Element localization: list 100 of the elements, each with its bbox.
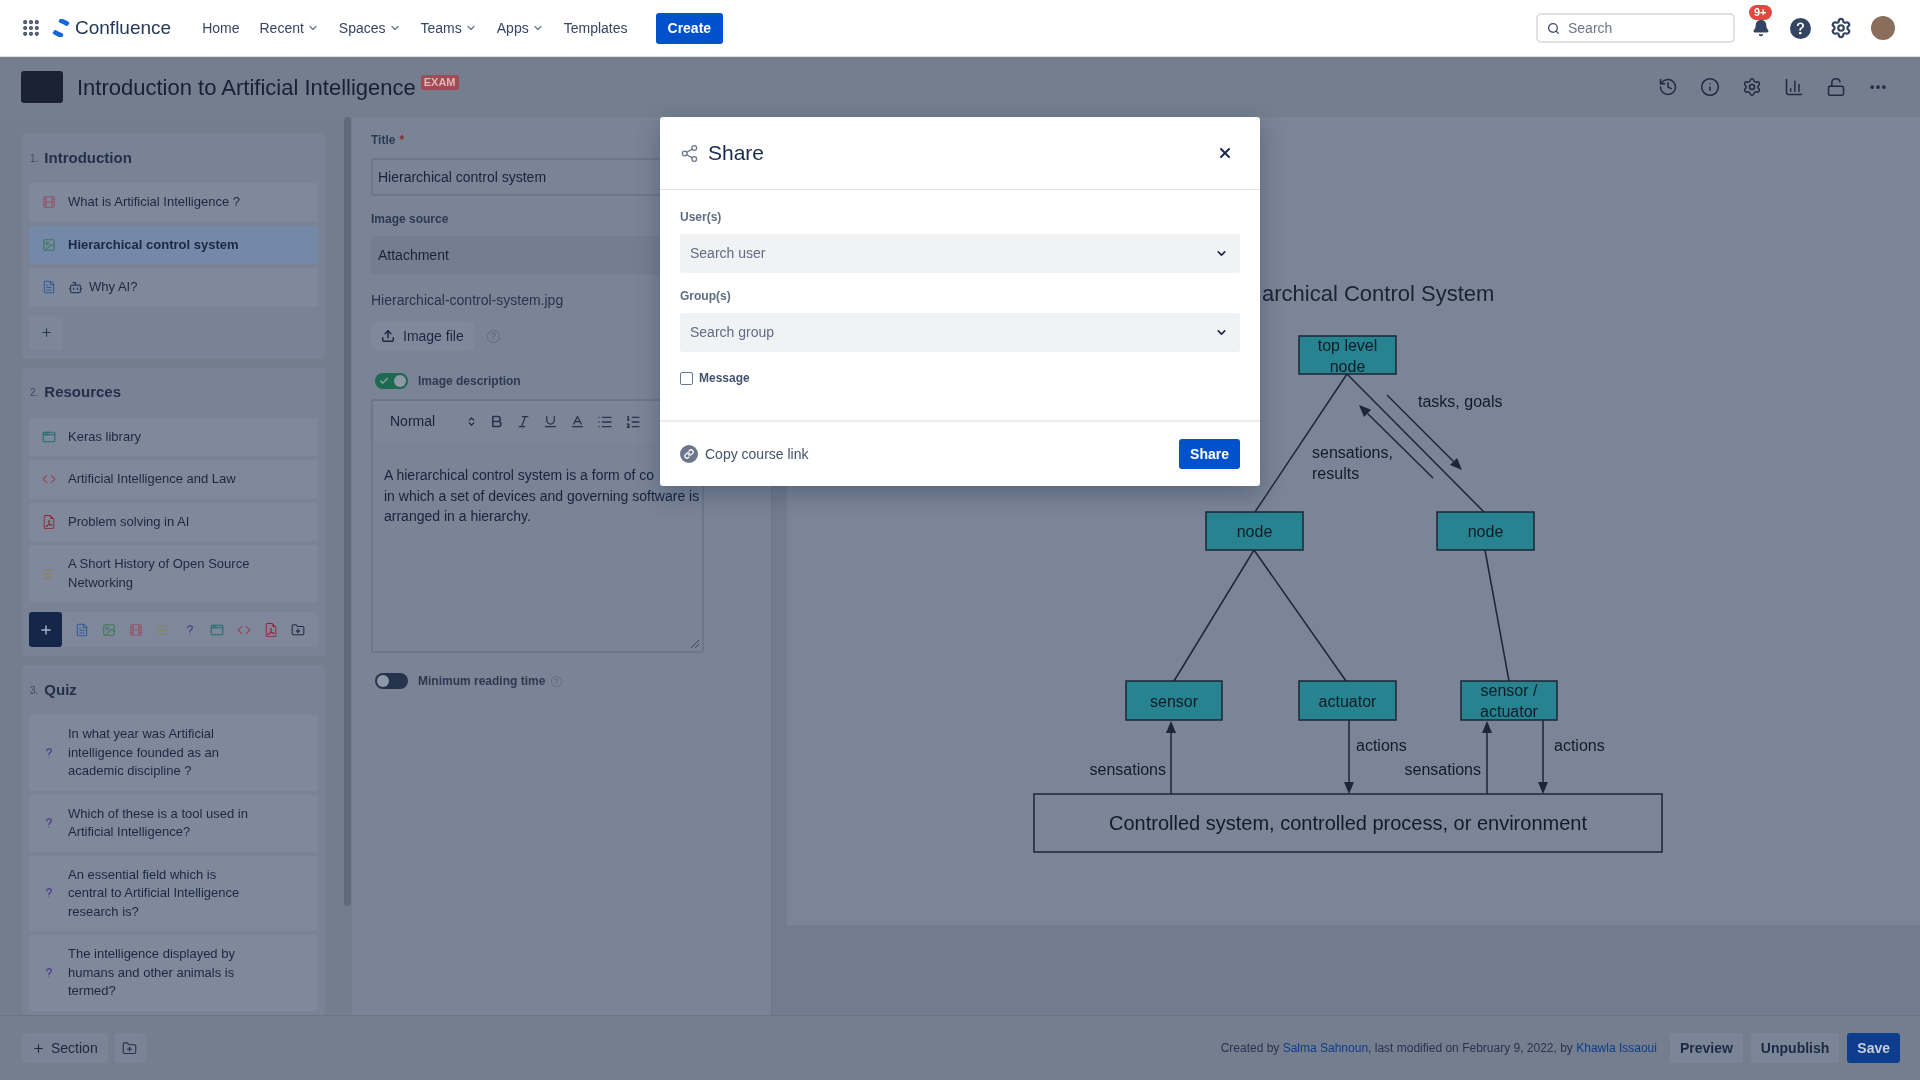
editor-link[interactable]: Khawla Issaoui xyxy=(1576,1041,1657,1055)
toggle-switch[interactable] xyxy=(375,373,408,389)
nav-menu-item[interactable]: Spaces xyxy=(338,17,401,39)
document-icon xyxy=(42,280,56,295)
lesson-item[interactable]: The intelligence displayed by humans and other animals is termed? xyxy=(29,935,318,1011)
settings-icon[interactable] xyxy=(1830,17,1852,39)
required-mark: * xyxy=(399,132,405,149)
unlocked-padlock-icon[interactable] xyxy=(1826,77,1846,97)
section-title: Resources xyxy=(44,382,122,403)
search-icon xyxy=(1547,21,1560,35)
text-style-select[interactable]: Normal xyxy=(385,411,477,432)
history-icon[interactable] xyxy=(1658,77,1678,97)
lesson-item[interactable]: Artificial Intelligence and Law xyxy=(29,460,318,499)
section-title: Quiz xyxy=(44,679,77,700)
nav-menu-item[interactable]: Home xyxy=(202,17,240,39)
pdf-file-icon[interactable] xyxy=(264,622,278,637)
exam-badge: EXAM xyxy=(420,74,459,90)
diagram-node: sensor xyxy=(1125,680,1223,721)
bell-icon[interactable] xyxy=(1752,19,1770,37)
field-label: Image source xyxy=(371,211,449,228)
lesson-item[interactable]: Keras library xyxy=(29,417,318,456)
app-switcher-icon[interactable] xyxy=(21,18,41,38)
folder-plus-icon xyxy=(122,1040,138,1056)
flow-label: sensations, results xyxy=(1312,444,1393,482)
toggle-label: Image description xyxy=(418,373,521,390)
flow-label: sensations xyxy=(1089,761,1166,778)
pdf-file-icon xyxy=(42,514,56,529)
lesson-item[interactable]: What is Artificial Intelligence ? xyxy=(29,183,318,222)
browser-window-icon xyxy=(42,429,56,444)
product-logo[interactable]: Confluence xyxy=(52,13,172,43)
checkbox[interactable] xyxy=(680,371,693,385)
user-avatar[interactable] xyxy=(1871,16,1895,40)
diagram-node: actuator xyxy=(1298,680,1397,721)
file-name: Hierarchical-control-system.jpg xyxy=(371,291,564,310)
diagram-node: sensor / actuator xyxy=(1460,680,1558,721)
add-section-button[interactable]: Section xyxy=(22,1033,108,1063)
section-number: 3. xyxy=(30,683,39,698)
underlined-letter-icon[interactable] xyxy=(570,414,585,429)
check-icon xyxy=(379,376,389,386)
lesson-item[interactable]: Hierarchical control system xyxy=(29,225,318,264)
lesson-item[interactable]: An essential field which is central to Artificial Intelligence research is? xyxy=(29,855,318,931)
bold-icon[interactable] xyxy=(489,414,504,429)
nav-menu-item[interactable]: Teams xyxy=(420,17,477,39)
share-button[interactable]: Share xyxy=(1179,439,1240,469)
help-icon[interactable] xyxy=(1790,17,1811,39)
nav-menu-item[interactable]: Recent xyxy=(259,17,319,39)
link-icon xyxy=(680,445,698,463)
notification-badge: 9+ xyxy=(1749,5,1772,20)
description-text: A hierarchical control system is a form of co in which a set of devices and governing software is arranged in a hierarchy. xyxy=(384,466,700,526)
swoosh-logo-icon xyxy=(52,19,70,37)
footer-button[interactable]: Preview xyxy=(1669,1033,1743,1063)
image-file-button[interactable]: Image file xyxy=(371,322,474,350)
nav-menu-item[interactable]: Templates xyxy=(563,17,628,39)
dialog-title: Share xyxy=(708,140,765,167)
toggle-switch[interactable] xyxy=(375,673,408,689)
folder-button[interactable] xyxy=(113,1033,146,1063)
add-button[interactable] xyxy=(29,612,62,647)
flow-label: sensations xyxy=(1404,761,1481,778)
plus-icon xyxy=(39,326,53,339)
search-field[interactable]: Search xyxy=(1536,13,1735,43)
diagram-title: archical Control System xyxy=(1262,281,1495,306)
info-icon[interactable] xyxy=(1700,77,1720,97)
toggle-label: Minimum reading time xyxy=(418,673,546,690)
up-down-caret-icon xyxy=(466,416,477,427)
checkbox-label: Message xyxy=(699,370,750,387)
lesson-item[interactable]: Which of these is a tool used in Artificial Intelligence? xyxy=(29,794,318,852)
flow-label: actions xyxy=(1554,737,1605,754)
diagram-node: top level node xyxy=(1298,335,1397,375)
lesson-item[interactable]: A Short History of Open Source Networking xyxy=(29,545,318,602)
save-button[interactable]: Save xyxy=(1847,1033,1900,1063)
footer-button[interactable]: Unpublish xyxy=(1750,1033,1840,1063)
plus-icon xyxy=(38,622,53,637)
diagram-node: node xyxy=(1205,511,1304,551)
course-title: Introduction to Artificial Intelligence xyxy=(77,73,416,102)
nav-menu-item[interactable]: Apps xyxy=(496,17,544,39)
search-select[interactable]: Search user xyxy=(680,234,1240,273)
text-lines-icon xyxy=(42,566,56,581)
page-meta-text: Created by Salma Sahnoun, last modified on February 9, 2022, by Khawla Issaoui xyxy=(1220,1040,1657,1057)
field-label: User(s) xyxy=(680,209,722,225)
italic-icon[interactable] xyxy=(516,414,531,429)
resize-grip-icon xyxy=(691,640,699,648)
lesson-item[interactable]: Why AI? xyxy=(29,268,318,307)
search-select[interactable]: Search group xyxy=(680,313,1240,352)
document-icon[interactable] xyxy=(75,622,89,637)
field-label: Group(s) xyxy=(680,288,731,304)
title-input[interactable]: Hierarchical control system xyxy=(371,158,660,196)
numbered-list-icon[interactable] xyxy=(625,413,641,430)
close-icon[interactable] xyxy=(1217,145,1233,161)
lesson-item[interactable]: In what year was Artificial intelligence founded as an academic discipline ? xyxy=(29,715,318,791)
bar-chart-icon[interactable] xyxy=(1784,77,1804,97)
plus-icon xyxy=(32,1041,45,1055)
underline-icon[interactable] xyxy=(543,414,558,429)
create-button[interactable]: Create xyxy=(655,12,724,44)
share-icon xyxy=(680,143,699,163)
lesson-item[interactable]: Problem solving in AI xyxy=(29,502,318,541)
diagram-node: node xyxy=(1436,511,1535,551)
folder-download-icon[interactable] xyxy=(291,622,305,637)
environment-box: Controlled system, controlled process, or environment xyxy=(1033,793,1663,853)
section-title: Introduction xyxy=(44,147,132,168)
image-source-select[interactable]: Attachment xyxy=(371,236,660,274)
